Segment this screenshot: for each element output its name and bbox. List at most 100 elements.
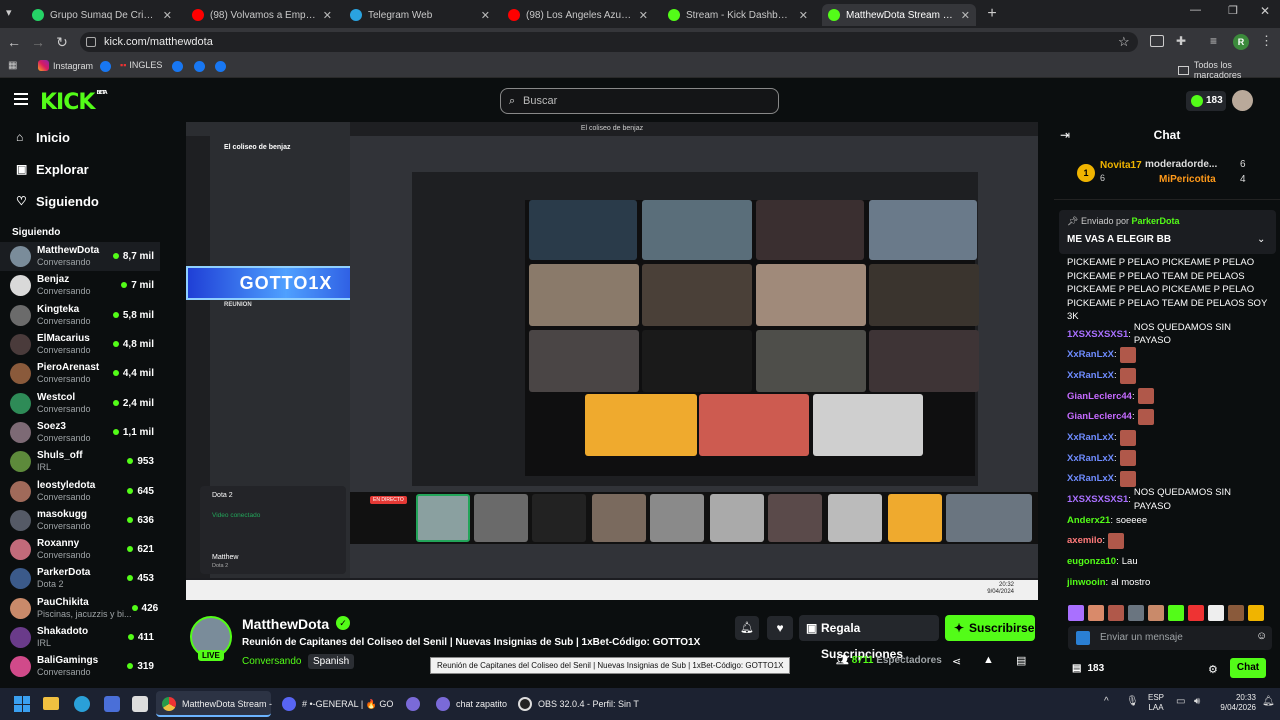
emote-icon[interactable] <box>1188 605 1204 621</box>
nav-item[interactable]: ♡ Siguiendo <box>0 185 160 217</box>
chat-username[interactable]: XxRanLxX <box>1067 452 1114 466</box>
gift-subs-button[interactable]: ▣ Regala Suscripciones <box>799 615 939 661</box>
emote-icon[interactable] <box>1248 605 1264 621</box>
browser-tab[interactable]: Stream - Kick Dashboard ✕ <box>662 4 814 26</box>
url-field[interactable]: kick.com/matthewdota <box>80 32 1138 52</box>
facebook-icon[interactable] <box>100 61 111 72</box>
followed-channel[interactable]: Roxanny Conversando 621 <box>0 535 160 564</box>
taskbar-discord[interactable]: # •-GENERAL | 🔥 GO <box>276 691 396 717</box>
emote-icon[interactable] <box>1128 605 1144 621</box>
bookmark-ingles[interactable]: ▪▪ INGLES <box>120 60 162 70</box>
close-tab-icon[interactable]: ✕ <box>481 9 490 22</box>
bookmark-star-icon[interactable]: ☆ <box>1118 34 1130 50</box>
nav-item[interactable]: ▣ Explorar <box>0 153 160 185</box>
emote-icon[interactable] <box>1168 605 1184 621</box>
emote-icon[interactable] <box>1208 605 1224 621</box>
chat-settings-icon[interactable]: ⚙ <box>1208 663 1218 676</box>
stream-category[interactable]: Conversando <box>242 656 301 667</box>
chat-message[interactable]: GianLeclerc44: <box>1054 407 1280 428</box>
profile-avatar[interactable]: R <box>1233 34 1249 50</box>
windows-start-icon[interactable] <box>14 696 30 712</box>
bookmark-instagram[interactable]: Instagram <box>38 60 93 71</box>
followed-channel[interactable]: leostyledota Conversando 645 <box>0 476 160 505</box>
nav-item[interactable]: ⌂ Inicio <box>0 121 160 153</box>
emote-icon[interactable] <box>1108 605 1124 621</box>
gifter-name[interactable]: moderadorde... <box>1145 159 1217 170</box>
kicks-balance-button[interactable]: 183 <box>1186 91 1226 111</box>
followed-channel[interactable]: Soez3 Conversando 1,1 mil <box>0 418 160 447</box>
microphone-icon[interactable]: 🎙︎ <box>1126 696 1139 707</box>
followed-channel[interactable]: Shuls_off IRL 953 <box>0 447 160 476</box>
site-info-icon[interactable] <box>86 37 96 47</box>
channel-points[interactable]: ▤ 183 <box>1072 663 1104 674</box>
maximize-icon[interactable]: ❐ <box>1228 4 1238 17</box>
chat-message[interactable]: eugonza10: Lau <box>1054 552 1280 573</box>
browser-menu-icon[interactable]: ⋮ <box>1260 33 1273 49</box>
chat-message[interactable]: GianLeclerc44: <box>1054 386 1280 407</box>
close-tab-icon[interactable]: ✕ <box>799 9 808 22</box>
close-tab-icon[interactable]: ✕ <box>639 9 648 22</box>
followed-channel[interactable]: ParkerDota Dota 2 453 <box>0 564 160 593</box>
edge-icon[interactable] <box>74 696 90 712</box>
chat-username[interactable]: GianLeclerc44 <box>1067 410 1132 424</box>
chat-username[interactable]: GianLeclerc44 <box>1067 390 1132 404</box>
facebook-icon[interactable] <box>194 61 205 72</box>
chat-username[interactable]: 1XSXSXSXS1 <box>1067 493 1128 507</box>
streamer-name[interactable]: MatthewDota <box>242 616 329 632</box>
notepad-icon[interactable] <box>132 696 148 712</box>
chat-username[interactable]: XxRanLxX <box>1067 431 1114 445</box>
chat-username[interactable]: XxRanLxX <box>1067 472 1114 486</box>
store-icon[interactable] <box>104 696 120 712</box>
taskbar-obs[interactable]: OBS 32.0.4 - Perfil: Sin T <box>514 691 639 717</box>
facebook-icon[interactable] <box>172 61 183 72</box>
hamburger-menu-icon[interactable] <box>14 93 28 105</box>
chat-username[interactable]: XxRanLxX <box>1067 369 1114 383</box>
taskbar-chat-zapatito[interactable]: chat zapatito <box>432 691 512 717</box>
chat-username[interactable]: XxRanLxX <box>1067 348 1114 362</box>
close-tab-icon[interactable]: ✕ <box>961 9 970 22</box>
close-tab-icon[interactable]: ✕ <box>163 9 172 22</box>
language-indicator[interactable]: ESP LAA <box>1148 693 1164 713</box>
report-icon[interactable]: ▲ <box>983 654 994 666</box>
emote-icon[interactable] <box>1228 605 1244 621</box>
chat-username[interactable]: eugonza10 <box>1067 555 1116 569</box>
extensions-icon[interactable]: ✚ <box>1176 34 1186 48</box>
media-icon[interactable]: ≡ <box>1210 34 1217 48</box>
kick-logo[interactable]: KICK BETA <box>40 90 108 115</box>
share-icon[interactable]: ⋖ <box>952 655 961 668</box>
browser-tab[interactable]: Grupo Sumaq De Crispín Alegría ✕ <box>26 4 178 26</box>
file-explorer-icon[interactable] <box>43 697 59 710</box>
video-player[interactable]: El coliseo de benjaz El coliseo de benja… <box>186 122 1038 600</box>
profile-card-icon[interactable]: ▤ <box>1016 654 1026 667</box>
subscribe-button[interactable]: ✦ Suscribirse <box>945 615 1035 641</box>
taskbar-clock[interactable]: 20:33 9/04/2026 <box>1216 693 1256 713</box>
browser-tab[interactable]: MatthewDota Stream - Wat ✕ <box>822 4 976 26</box>
browser-tab[interactable]: (98) Los Ángeles Azules - Nunc ✕ <box>502 4 654 26</box>
followed-channel[interactable]: Westcol Conversando 2,4 mil <box>0 388 160 417</box>
emoji-picker-icon[interactable]: ☺ <box>1256 630 1267 642</box>
tab-search-icon[interactable]: ▾ <box>6 6 24 22</box>
followed-channel[interactable]: Shakadoto IRL 411 <box>0 623 160 652</box>
emote-icon[interactable] <box>1088 605 1104 621</box>
taskbar-chrome[interactable]: MatthewDota Stream - <box>156 691 272 717</box>
followed-channel[interactable]: Kingteka Conversando 5,8 mil <box>0 301 160 330</box>
chat-message[interactable]: 1XSXSXSXS1: NOS QUEDAMOS SIN PAYASO <box>1054 487 1280 512</box>
follow-heart-icon[interactable]: ♥︎ <box>767 616 793 640</box>
chat-message[interactable]: XxRanLxX: <box>1054 365 1280 386</box>
followed-channel[interactable]: masokugg Conversando 636 <box>0 506 160 535</box>
chat-message[interactable]: jinwooin: al mostro <box>1054 572 1280 593</box>
chat-username[interactable]: jinwooin <box>1067 576 1106 590</box>
followed-channel[interactable]: BaliGamings Conversando 319 <box>0 652 160 681</box>
browser-tab[interactable]: (98) Volvamos a Empezar - Yout ✕ <box>186 4 338 26</box>
screenshot-icon[interactable] <box>1150 35 1164 47</box>
chevron-down-icon[interactable]: ⌄ <box>1257 234 1265 245</box>
followed-channel[interactable]: ElMacarius Conversando 4,8 mil <box>0 330 160 359</box>
emote-icon[interactable] <box>1148 605 1164 621</box>
chat-message[interactable]: axemilo: <box>1054 531 1280 552</box>
chat-username[interactable]: 1XSXSXSXS1 <box>1067 328 1128 342</box>
chat-username[interactable]: axemilo <box>1067 534 1102 548</box>
back-icon[interactable]: ← <box>4 32 24 52</box>
close-window-icon[interactable]: ✕ <box>1260 4 1270 18</box>
notifications-icon[interactable]: 🔔︎ <box>1262 696 1275 707</box>
pinned-message[interactable]: 📌︎ Enviado por ParkerDota ME VAS A ELEGI… <box>1059 210 1276 254</box>
